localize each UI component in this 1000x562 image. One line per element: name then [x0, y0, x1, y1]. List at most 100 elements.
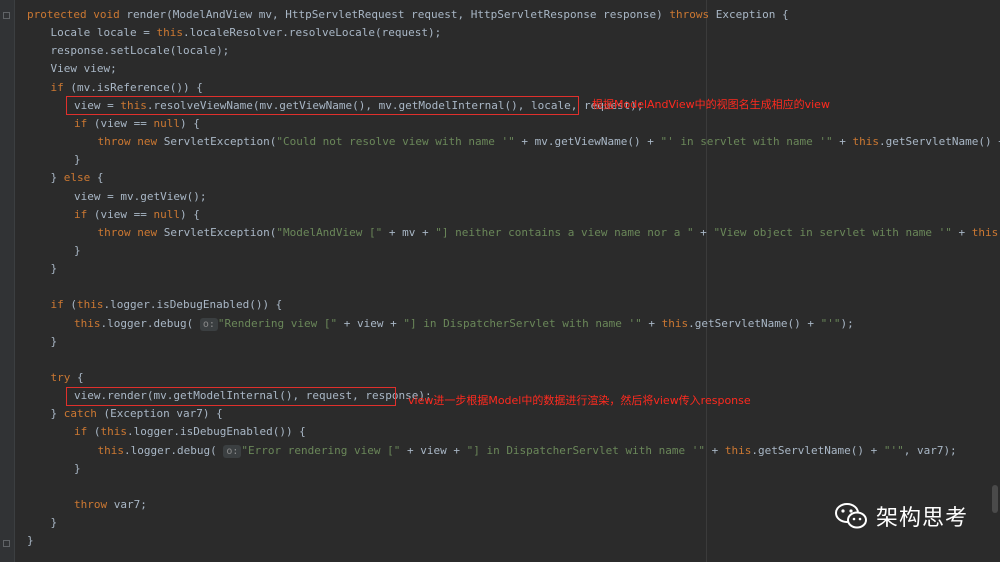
code-line[interactable]: } — [74, 243, 81, 259]
code-line[interactable]: } — [74, 152, 81, 168]
code-line[interactable]: response.setLocale(locale); — [51, 43, 230, 59]
code-token: if — [74, 425, 94, 439]
code-token: ( — [93, 425, 101, 439]
code-token: this — [724, 443, 752, 457]
code-line[interactable]: view = mv.getView(); — [74, 189, 206, 205]
editor-gutter — [0, 0, 15, 562]
code-line[interactable]: Locale locale = this.localeResolver.reso… — [51, 25, 442, 41]
code-line[interactable]: try { — [51, 370, 84, 386]
code-line[interactable]: } — [74, 461, 81, 477]
code-line[interactable]: } else { — [51, 170, 104, 186]
code-token: this — [120, 98, 147, 112]
code-token: + — [832, 135, 853, 149]
code-line[interactable]: } — [51, 515, 58, 531]
annotation-resolve-view: 根据ModelAndView中的视图名生成相应的view — [592, 98, 830, 111]
code-line[interactable]: } — [51, 261, 58, 277]
code-token: ); — [840, 316, 854, 330]
code-token: .resolveViewName(mv.getViewName(), mv.ge… — [146, 98, 644, 112]
fold-marker-icon[interactable] — [3, 12, 10, 19]
code-line[interactable]: protected void render(ModelAndView mv, H… — [27, 7, 789, 23]
code-token: throw new — [97, 135, 164, 149]
code-token: this — [661, 316, 689, 330]
code-token: + — [705, 443, 725, 457]
code-line[interactable]: } catch (Exception var7) { — [51, 406, 223, 422]
code-line[interactable]: this.logger.debug( o: "Rendering view [" … — [74, 316, 854, 332]
code-token: + view + — [337, 316, 404, 330]
code-token: else — [63, 171, 97, 185]
code-token: .logger.debug( — [100, 316, 200, 330]
code-token: "Could not resolve view with name '" — [276, 135, 515, 149]
right-margin-guide — [706, 0, 707, 562]
code-line[interactable]: view = this.resolveViewName(mv.getViewNa… — [74, 98, 644, 114]
code-token: .localeResolver.resolveLocale(request); — [182, 26, 442, 40]
code-token: , var7); — [903, 443, 957, 457]
code-token: + — [641, 316, 662, 330]
code-token: (view == — [93, 116, 154, 130]
code-token: if — [50, 80, 71, 94]
code-token: this — [100, 425, 128, 439]
code-line[interactable]: if (view == null) { — [74, 116, 200, 132]
code-token: + view + — [400, 443, 467, 457]
code-token: throws — [669, 8, 716, 21]
code-line[interactable]: view.render(mv.getModelInternal(), reque… — [74, 388, 432, 404]
code-token: if — [50, 298, 71, 312]
code-token: } — [50, 516, 58, 530]
code-line[interactable]: if (this.logger.isDebugEnabled()) { — [51, 297, 283, 313]
code-token: { — [96, 171, 104, 185]
code-line[interactable]: this.logger.debug( o: "Error rendering vi… — [98, 443, 957, 459]
code-line[interactable]: if (this.logger.isDebugEnabled()) { — [74, 424, 306, 440]
code-line[interactable]: throw new ServletException("Could not re… — [98, 134, 1000, 150]
code-token: catch — [63, 407, 104, 421]
code-token: "'" — [820, 316, 841, 330]
code-token: Locale locale = — [50, 26, 157, 40]
code-token: "Error rendering view [" — [241, 443, 401, 457]
code-token: ServletException( — [163, 135, 277, 149]
fold-marker-icon[interactable] — [3, 540, 10, 547]
code-token: } — [74, 153, 81, 167]
code-token: this — [971, 225, 999, 239]
code-token: } — [50, 171, 64, 185]
code-token: + mv + — [382, 225, 436, 239]
code-token: Exception { — [715, 8, 789, 21]
code-line[interactable]: if (mv.isReference()) { — [51, 80, 203, 96]
code-token: } — [74, 243, 81, 257]
code-token: ServletException( — [163, 225, 277, 239]
code-token: protected void — [27, 8, 127, 21]
code-token: ) { — [179, 207, 200, 221]
code-line[interactable]: View view; — [51, 61, 117, 77]
code-line[interactable]: throw var7; — [74, 497, 147, 513]
code-token: null — [153, 116, 180, 130]
code-token: View view; — [50, 62, 117, 76]
vertical-scrollbar-thumb[interactable] — [992, 485, 998, 513]
code-token: } — [27, 534, 34, 548]
code-line[interactable]: } — [51, 334, 58, 350]
code-token: (view == — [93, 207, 154, 221]
code-line[interactable]: if (view == null) { — [74, 207, 200, 223]
code-token: try — [50, 371, 77, 384]
code-token: .getServletName() + — [751, 443, 884, 457]
code-line[interactable]: } — [27, 533, 34, 549]
code-token: } — [50, 407, 64, 421]
parameter-hint: o: — [199, 317, 218, 331]
code-token: view = mv.getView(); — [74, 189, 207, 203]
code-token: var7; — [113, 498, 147, 512]
code-token: "'" — [883, 443, 904, 457]
code-line[interactable]: throw new ServletException("ModelAndView… — [98, 225, 1000, 241]
code-token: "Rendering view [" — [217, 316, 338, 330]
code-token: "' in servlet with name '" — [660, 135, 833, 149]
code-token: ) { — [179, 116, 200, 130]
code-token: + — [951, 225, 972, 239]
code-token: .logger.isDebugEnabled()) { — [127, 425, 306, 439]
code-token: .logger.debug( — [124, 443, 224, 457]
code-token: "ModelAndView [" — [276, 225, 383, 239]
code-token: ( — [70, 298, 77, 312]
annotation-render-view: view进一步根据Model中的数据进行渲染，然后将view传入response — [408, 394, 751, 407]
code-token: this — [852, 135, 880, 149]
code-token: throw new — [97, 225, 164, 239]
code-token: view = — [74, 98, 121, 112]
code-token: "] in DispatcherServlet with name '" — [403, 316, 642, 330]
code-token: } — [50, 262, 58, 276]
code-token: { — [77, 371, 84, 384]
code-editor[interactable]: protected void render(ModelAndView mv, H… — [0, 0, 1000, 562]
watermark: 架构思考 — [834, 500, 968, 532]
